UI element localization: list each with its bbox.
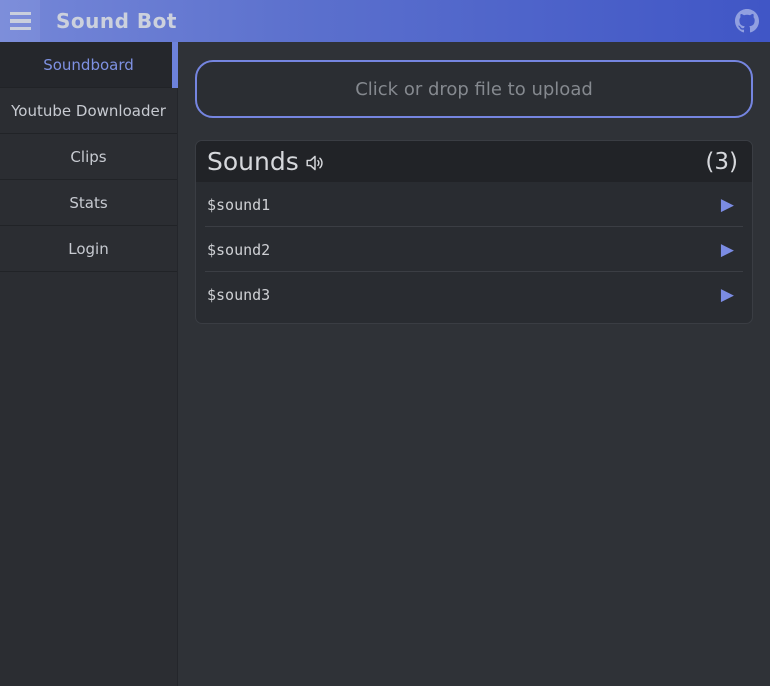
sidebar-item-soundboard[interactable]: Soundboard: [0, 42, 177, 88]
menu-button[interactable]: [0, 0, 40, 42]
sidebar-item-label: Login: [68, 240, 108, 258]
sounds-panel: Sounds (3) $sound1 ▶: [195, 140, 753, 324]
sidebar: Soundboard Youtube Downloader Clips Stat…: [0, 42, 178, 686]
speaker-icon: [304, 152, 326, 174]
sound-row: $sound2 ▶: [196, 227, 752, 272]
sound-row: $sound1 ▶: [196, 182, 752, 227]
sound-list: $sound1 ▶ $sound2 ▶ $sound3 ▶: [196, 182, 752, 317]
sidebar-item-login[interactable]: Login: [0, 226, 177, 272]
main-content: Click or drop file to upload Sounds (3) …: [178, 42, 770, 686]
sidebar-item-label: Stats: [69, 194, 107, 212]
sidebar-item-stats[interactable]: Stats: [0, 180, 177, 226]
play-button[interactable]: ▶: [717, 284, 738, 305]
sound-name: $sound1: [207, 196, 270, 214]
header: Sound Bot: [0, 0, 770, 42]
sounds-count: (3): [705, 149, 738, 175]
sidebar-item-clips[interactable]: Clips: [0, 134, 177, 180]
play-button[interactable]: ▶: [717, 194, 738, 215]
play-icon: ▶: [721, 285, 734, 304]
dropzone-label: Click or drop file to upload: [355, 79, 593, 100]
sidebar-item-label: Clips: [70, 148, 106, 166]
sounds-title: Sounds: [207, 147, 299, 176]
sidebar-item-label: Youtube Downloader: [11, 102, 166, 120]
app-title: Sound Bot: [56, 9, 177, 33]
sound-name: $sound2: [207, 241, 270, 259]
play-button[interactable]: ▶: [717, 239, 738, 260]
upload-dropzone[interactable]: Click or drop file to upload: [195, 60, 753, 118]
active-accent-bar: [172, 42, 178, 88]
github-icon: [735, 9, 759, 33]
sidebar-item-youtube-downloader[interactable]: Youtube Downloader: [0, 88, 177, 134]
sounds-panel-header: Sounds (3): [196, 141, 752, 182]
sidebar-item-label: Soundboard: [43, 56, 134, 74]
app-window: Sound Bot Soundboard Youtube Downloader …: [0, 0, 770, 686]
sound-row: $sound3 ▶: [196, 272, 752, 317]
github-link[interactable]: [735, 9, 759, 33]
play-icon: ▶: [721, 240, 734, 259]
play-icon: ▶: [721, 195, 734, 214]
sound-name: $sound3: [207, 286, 270, 304]
